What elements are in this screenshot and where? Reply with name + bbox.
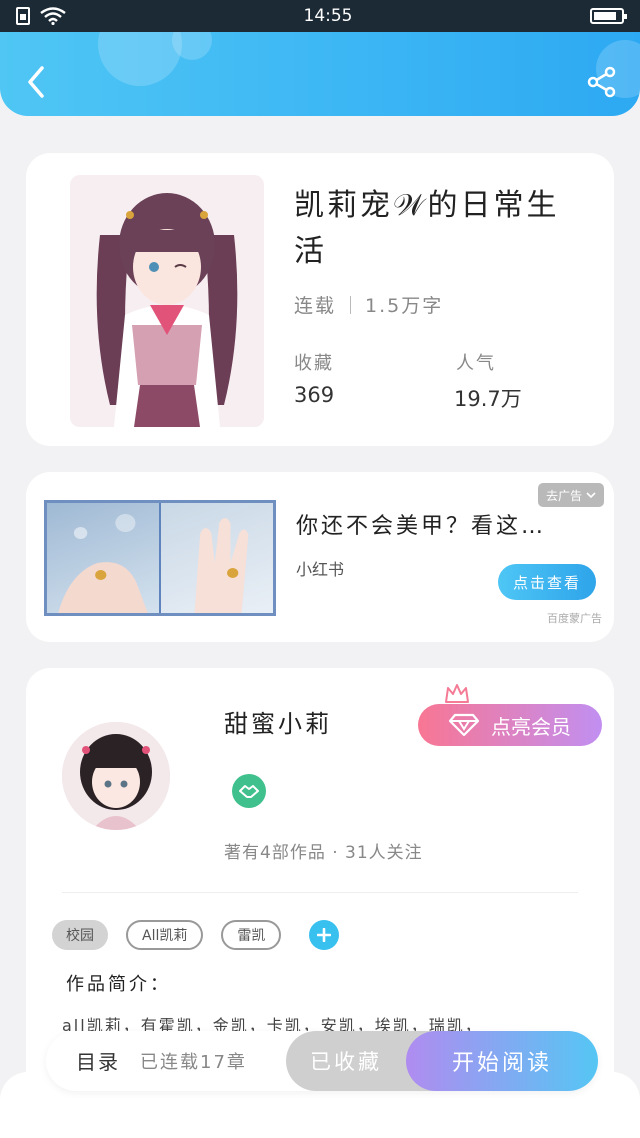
status-bar: 14:55: [0, 0, 640, 32]
add-tag-button[interactable]: [309, 920, 340, 950]
share-button[interactable]: [586, 66, 618, 98]
wifi-icon: [40, 7, 66, 25]
remove-ad-button[interactable]: 去广告: [537, 483, 604, 507]
author-stats: 著有4部作品 · 31人关注: [224, 843, 423, 863]
ad-card[interactable]: 你还不会美甲？看这… 小红书 去广告 点击查看 百度蒙广告: [26, 472, 614, 642]
ad-view-button[interactable]: 点击查看: [498, 564, 596, 600]
share-icon: [587, 66, 616, 98]
crown-icon: [445, 684, 469, 703]
popularity-label: 人气: [456, 353, 496, 374]
remove-ad-label: 去广告: [545, 488, 582, 503]
toc-label: 目录: [76, 1050, 120, 1074]
intro-title: 作品简介：: [66, 974, 171, 995]
ad-provider-label: 百度蒙广告: [547, 612, 602, 625]
book-cover-image[interactable]: [70, 175, 264, 427]
author-name: 甜蜜小莉: [224, 710, 332, 738]
start-reading-button[interactable]: 开始阅读: [406, 1031, 598, 1091]
back-button[interactable]: [22, 64, 50, 100]
author-avatar[interactable]: [62, 722, 170, 830]
meta-separator: [350, 295, 352, 314]
status-left: [16, 7, 66, 25]
handshake-badge-icon[interactable]: [232, 774, 266, 808]
action-bar: 目录 已连载17章 已收藏 开始阅读: [46, 1031, 598, 1091]
decorative-bubble: [98, 32, 182, 86]
tag-list: 校园 All凯莉 雷凯: [52, 920, 340, 950]
divider: [62, 892, 578, 893]
ad-image[interactable]: [44, 500, 276, 616]
book-word-count: 1.5万字: [365, 295, 444, 317]
activate-vip-label: 点亮会员: [491, 714, 571, 739]
ad-image-panel: [47, 503, 161, 613]
toc-progress: 已连载17章: [140, 1051, 247, 1073]
chevron-left-icon: [28, 66, 44, 98]
tag-item[interactable]: 雷凯: [221, 920, 282, 950]
tag-item[interactable]: All凯莉: [126, 920, 204, 950]
favorites-label: 收藏: [294, 353, 334, 374]
book-info-card: 凯莉宠𝒲的日常生活 连载 1.5万字 收藏 369 人气 19.7万: [26, 153, 614, 446]
book-meta: 连载 1.5万字: [294, 291, 443, 318]
chevron-down-icon: [586, 492, 596, 499]
ad-title: 你还不会美甲？看这…: [296, 514, 547, 539]
favorites-value: 369: [294, 383, 335, 407]
book-title: 凯莉宠𝒲的日常生活: [294, 188, 560, 269]
popularity-value: 19.7万: [454, 387, 522, 411]
header: [0, 32, 640, 116]
table-of-contents-button[interactable]: 目录 已连载17章: [76, 1046, 247, 1075]
tag-item[interactable]: 校园: [52, 920, 108, 950]
ad-image-panel: [161, 503, 273, 613]
book-status: 连载: [294, 295, 337, 317]
collected-label: 已收藏: [310, 1050, 382, 1074]
battery-icon: [590, 8, 627, 24]
ad-source: 小红书: [296, 560, 345, 579]
plus-icon: [317, 928, 332, 942]
sim-card-icon: [16, 7, 30, 25]
status-time: 14:55: [303, 6, 353, 26]
activate-vip-button[interactable]: 点亮会员: [418, 704, 602, 746]
diamond-icon: [449, 713, 479, 737]
